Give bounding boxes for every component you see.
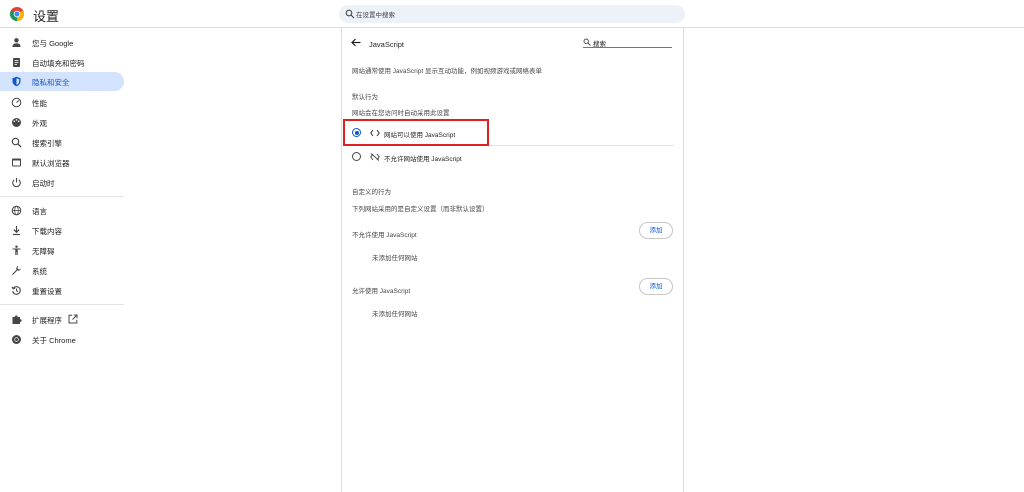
sidebar-item-label: 隐私和安全 [32,78,70,87]
sidebar-divider [0,304,124,305]
panel-search-label: 搜索 [593,41,606,48]
sidebar-item-appearance[interactable]: 外观 [0,113,124,132]
sidebar-item-privacy[interactable]: 隐私和安全 [0,72,124,91]
sidebar-item-extensions[interactable]: 扩展程序 [0,310,124,329]
back-arrow-icon[interactable] [351,38,361,47]
sidebar-item-label: 语言 [32,207,47,216]
blocked-sites-empty: 未添加任何网站 [372,255,418,262]
sidebar-item-system[interactable]: 系统 [0,261,124,280]
sidebar-item-languages[interactable]: 语言 [0,201,124,220]
top-bar: 设置 在设置中搜索 [0,0,1024,28]
sidebar-item-label: 您与 Google [32,39,74,48]
add-blocked-site-button[interactable]: 添加 [639,222,673,239]
accessibility-icon [12,245,21,255]
default-behavior-subheading: 网站会在您访问时自动采用此设置 [352,110,450,117]
sidebar-item-label: 无障碍 [32,247,55,256]
external-link-icon [68,314,78,324]
app-title: 设置 [33,9,60,24]
default-behavior-heading: 默认行为 [352,94,378,101]
sidebar-item-label: 启动时 [32,179,55,188]
sidebar-item-label: 扩展程序 [32,316,62,325]
chrome-logo-icon [10,7,24,21]
browser-icon [12,158,21,167]
allowed-sites-heading: 允许使用 JavaScript [352,288,411,295]
palette-icon [12,118,21,127]
search-input[interactable]: 在设置中搜索 [356,9,395,19]
sidebar: 您与 Google 自动填充和密码 隐私和安全 性能 外观 搜索引擎 默认浏览器… [0,29,130,492]
sidebar-item-you-and-google[interactable]: 您与 Google [0,33,124,52]
panel-search-input[interactable]: 搜索 [583,36,672,48]
custom-behavior-subheading: 下列网站采用的是自定义设置（而非默认设置） [352,206,489,213]
sidebar-item-performance[interactable]: 性能 [0,93,124,112]
search-icon [11,137,22,148]
block-javascript-label[interactable]: 不允许网站使用 JavaScript [384,153,462,163]
allowed-sites-empty: 未添加任何网站 [372,311,418,318]
clipboard-icon [13,58,20,67]
sidebar-item-label: 自动填充和密码 [32,59,85,68]
custom-behavior-heading: 自定义的行为 [352,189,391,196]
sidebar-item-default-browser[interactable]: 默认浏览器 [0,153,124,172]
sidebar-item-reset[interactable]: 重置设置 [0,281,124,300]
blocked-sites-heading: 不允许使用 JavaScript [352,232,417,239]
sidebar-item-label: 搜索引擎 [32,139,62,148]
sidebar-item-search-engine[interactable]: 搜索引擎 [0,133,124,152]
add-allowed-site-button[interactable]: 添加 [639,278,673,295]
globe-icon [11,205,22,216]
speedometer-icon [11,97,22,108]
sidebar-item-on-startup[interactable]: 启动时 [0,173,124,192]
puzzle-icon [12,315,22,324]
sidebar-item-label: 性能 [32,99,47,108]
code-off-icon [370,153,380,161]
sidebar-item-label: 外观 [32,119,47,128]
reset-icon [11,286,21,295]
chrome-icon [12,335,21,344]
sidebar-divider [0,196,124,197]
power-icon [12,178,21,188]
sidebar-item-label: 下载内容 [32,227,62,236]
sidebar-item-label: 默认浏览器 [32,159,70,168]
person-icon [12,38,21,47]
search-icon [345,9,355,19]
sidebar-item-label: 重置设置 [32,287,62,296]
sidebar-item-label: 系统 [32,267,47,276]
sidebar-item-label: 关于 Chrome [32,336,76,345]
sidebar-item-autofill[interactable]: 自动填充和密码 [0,53,124,72]
javascript-settings-panel: JavaScript 搜索 网站通常使用 JavaScript 显示互动功能，例… [341,28,684,492]
sidebar-item-accessibility[interactable]: 无障碍 [0,241,124,260]
sidebar-item-downloads[interactable]: 下载内容 [0,221,124,240]
block-javascript-radio[interactable] [352,152,361,161]
download-icon [13,226,20,236]
wrench-icon [12,266,21,275]
search-icon [583,38,591,46]
shield-icon [12,76,21,87]
sidebar-item-about-chrome[interactable]: 关于 Chrome [0,330,124,349]
settings-search[interactable]: 在设置中搜索 [339,5,685,23]
page-title: JavaScript [369,40,405,49]
page-description: 网站通常使用 JavaScript 显示互动功能，例如视频游戏或网络表单 [352,68,542,75]
annotation-highlight-box [343,119,489,146]
